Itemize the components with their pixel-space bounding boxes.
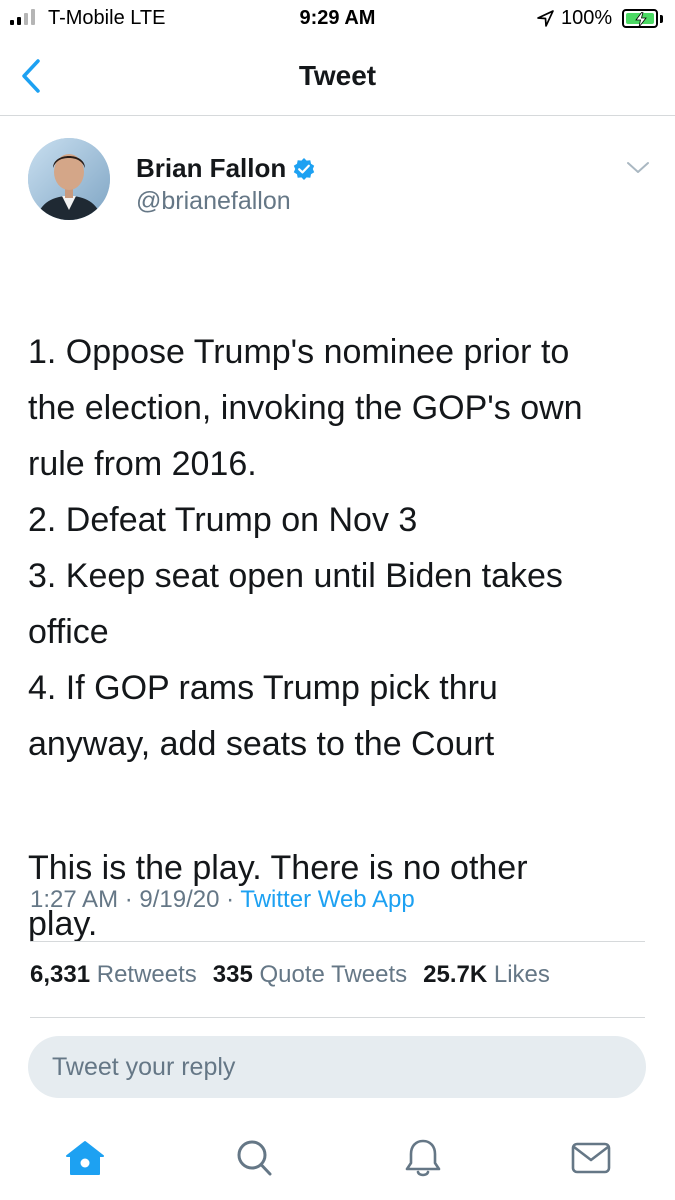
tweet-time: 1:27 AM	[30, 886, 119, 913]
tweet-stats-row: 6,331 Retweets 335 Quote Tweets 25.7K Li…	[30, 961, 550, 989]
retweets-label: Retweets	[96, 961, 197, 988]
author-name: Brian Fallon	[136, 153, 287, 183]
nav-bar: Tweet	[0, 40, 675, 116]
retweets-count: 6,331	[30, 961, 91, 988]
status-bar: T-Mobile LTE 9:29 AM 100%	[0, 0, 675, 38]
chevron-down-icon	[627, 162, 649, 173]
location-arrow-icon	[537, 10, 554, 27]
battery-percent: 100%	[561, 7, 613, 29]
author-handle[interactable]: @brianefallon	[136, 187, 291, 216]
tab-home[interactable]	[63, 1136, 107, 1180]
avatar[interactable]	[28, 138, 110, 220]
page-title: Tweet	[298, 60, 377, 91]
battery-charging-icon	[622, 9, 658, 28]
search-icon	[237, 1140, 272, 1176]
tweet-options-button[interactable]	[624, 156, 652, 178]
messages-envelope-icon	[571, 1142, 611, 1174]
tweet-timestamp-row: 1:27 AM · 9/19/20 · Twitter Web App	[30, 886, 415, 913]
author-name-row[interactable]: Brian Fallon	[136, 153, 316, 184]
battery-tip	[660, 15, 663, 23]
quote-tweets-stat[interactable]: 335 Quote Tweets	[213, 961, 407, 989]
quote-tweets-count: 335	[212, 961, 253, 988]
divider	[30, 1017, 645, 1018]
notifications-bell-icon	[405, 1139, 441, 1177]
tweet-text-list: 1. Oppose Trump's nominee prior to the e…	[28, 333, 583, 763]
likes-count: 25.7K	[423, 961, 488, 988]
tab-notifications[interactable]	[401, 1136, 445, 1180]
avatar-image	[28, 138, 110, 220]
divider	[30, 941, 645, 942]
likes-stat[interactable]: 25.7K Likes	[423, 961, 550, 989]
tab-messages[interactable]	[569, 1136, 613, 1180]
tab-search[interactable]	[232, 1136, 276, 1180]
verified-badge-icon	[294, 157, 315, 180]
quote-tweets-label: Quote Tweets	[259, 961, 408, 988]
tweet-source-link[interactable]: Twitter Web App	[240, 886, 414, 913]
reply-input[interactable]: Tweet your reply	[28, 1036, 646, 1098]
retweets-stat[interactable]: 6,331 Retweets	[30, 961, 197, 989]
home-icon	[66, 1141, 104, 1175]
tweet-date: 9/19/20	[139, 886, 220, 913]
likes-label: Likes	[493, 961, 550, 988]
tab-bar	[0, 1120, 675, 1200]
